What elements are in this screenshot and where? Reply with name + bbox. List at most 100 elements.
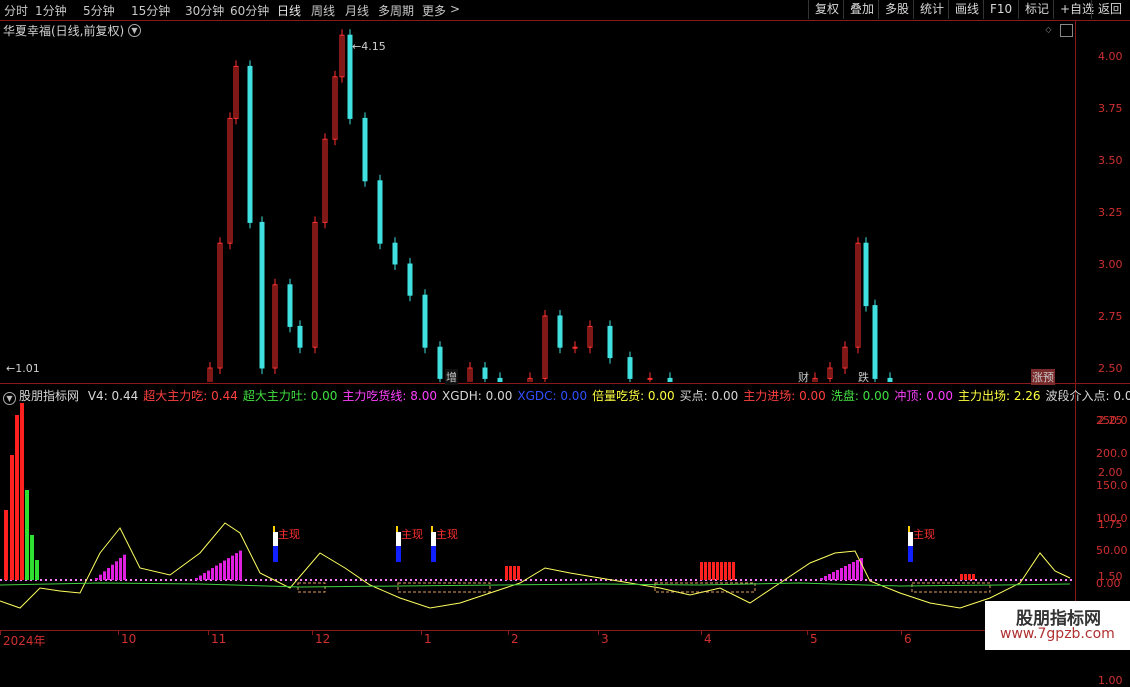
red-bar	[724, 562, 727, 580]
period-monthly[interactable]: 月线	[345, 2, 369, 19]
red-bar	[960, 574, 963, 580]
stats-button[interactable]: 统计	[913, 0, 950, 19]
price-tick-label: 2.50	[1098, 362, 1123, 375]
magenta-bar	[844, 566, 847, 580]
magenta-bar	[828, 574, 831, 580]
wash-zone	[297, 582, 326, 593]
indicator-name: 股朋指标网	[19, 389, 80, 403]
legend-field: V4: 0.44	[87, 389, 139, 403]
legend-field: XGDC: 0.00	[517, 389, 588, 403]
event-tag-die[interactable]: 跌	[857, 369, 870, 385]
month-label: 4	[704, 632, 712, 646]
red-bar	[964, 574, 967, 580]
magenta-bar	[832, 572, 835, 580]
magenta-bar	[820, 578, 823, 580]
month-tick	[807, 630, 808, 635]
period-weekly[interactable]: 周线	[311, 2, 335, 19]
price-tick-label: 3.25	[1098, 206, 1123, 219]
price-tick-label: 3.50	[1098, 154, 1123, 167]
magenta-bar	[219, 563, 222, 580]
magenta-bar	[856, 560, 859, 580]
volume-bar	[10, 455, 14, 580]
legend-field: 波段介入点: 0.00	[1045, 389, 1130, 403]
signal-label: 主现	[913, 528, 935, 541]
period-60min[interactable]: 60分钟	[230, 2, 269, 19]
magenta-bar	[239, 550, 242, 580]
legend-field: 倍量吃货: 0.00	[592, 389, 675, 403]
event-tag-zhangyu[interactable]: 涨预	[1031, 369, 1055, 385]
magenta-bar	[199, 575, 202, 580]
month-tick	[312, 630, 313, 635]
volume-bar	[30, 535, 34, 580]
period-daily[interactable]: 日线	[277, 2, 301, 19]
month-tick	[701, 630, 702, 635]
magenta-bar	[111, 564, 114, 580]
period-more[interactable]: 更多	[422, 2, 446, 19]
signal-label: 主现	[278, 528, 300, 541]
month-label: 10	[121, 632, 137, 646]
panel-divider	[0, 383, 1130, 384]
candlestick-chart: ←4.15 ←1.01	[6, 29, 1053, 382]
month-tick	[118, 630, 119, 635]
signal-label: 主现	[401, 528, 423, 541]
multi-stock-button[interactable]: 多股	[878, 0, 915, 19]
magenta-bar	[99, 574, 102, 580]
period-30min[interactable]: 30分钟	[185, 2, 224, 19]
month-tick	[421, 630, 422, 635]
period-1min[interactable]: 1分钟	[35, 2, 67, 19]
price-tick-label: 3.75	[1098, 102, 1123, 115]
indicator-tick-label: 250.0	[1096, 414, 1128, 427]
mark-button[interactable]: 标记	[1018, 0, 1055, 19]
price-tick-label: 4.00	[1098, 50, 1123, 63]
legend-field: XGDH: 0.00	[442, 389, 513, 403]
fuquan-button[interactable]: 复权	[808, 0, 845, 19]
magenta-bar	[227, 558, 230, 580]
chevron-right-icon[interactable]: >	[450, 2, 460, 16]
month-label: 11	[211, 632, 227, 646]
event-tag-cai[interactable]: 财	[797, 369, 810, 385]
month-label: 2	[511, 632, 519, 646]
event-tag-label: 增	[446, 371, 457, 384]
back-button[interactable]: 返回	[1091, 0, 1128, 19]
red-bar	[509, 566, 512, 580]
red-bar	[704, 562, 707, 580]
legend-field: 主力进场: 0.00	[743, 389, 826, 403]
legend-field: 主力出场: 2.26	[957, 389, 1041, 403]
period-fenshi[interactable]: 分时	[4, 2, 28, 19]
magenta-bar	[207, 570, 210, 580]
legend-field: 超大主力吃: 0.44	[143, 389, 238, 403]
period-multi[interactable]: 多周期	[378, 2, 414, 19]
magenta-bar	[203, 573, 206, 580]
red-bar	[700, 562, 703, 580]
red-bar	[708, 562, 711, 580]
red-bar	[517, 566, 520, 580]
volume-bar	[35, 560, 39, 580]
indicator-chart: 主现 主现 主现 主现	[0, 403, 1075, 609]
red-bar	[513, 566, 516, 580]
watermark-url: www.7gpzb.com	[1000, 626, 1115, 642]
magenta-bar	[223, 560, 226, 580]
period-15min[interactable]: 15分钟	[131, 2, 170, 19]
price-tick-label: 1.00	[1098, 674, 1123, 687]
magenta-bar	[211, 568, 214, 580]
wash-zone	[397, 582, 491, 593]
month-label: 1	[424, 632, 432, 646]
red-bar	[712, 562, 715, 580]
overlay-button[interactable]: 叠加	[843, 0, 880, 19]
event-tag-zeng[interactable]: 增	[445, 369, 458, 385]
indicator-legend: ▼ 股朋指标网 V4: 0.44 超大主力吃: 0.44 超大主力吐: 0.00 主力吃…	[3, 387, 1130, 405]
legend-field: 洗盘: 0.00	[830, 389, 890, 403]
price-axis-line	[1075, 20, 1076, 630]
indicator-tick-label: 200.0	[1096, 446, 1128, 460]
magenta-bar	[107, 568, 110, 580]
signal-bar-blue	[908, 546, 913, 562]
volume-bar	[20, 403, 24, 580]
red-bar	[968, 574, 971, 580]
legend-field: 买点: 0.00	[679, 389, 739, 403]
period-5min[interactable]: 5分钟	[83, 2, 115, 19]
indicator-tick-label: 50.00	[1096, 544, 1128, 557]
draw-line-button[interactable]: 画线	[948, 0, 985, 19]
red-bar	[732, 562, 735, 580]
f10-button[interactable]: F10	[983, 0, 1018, 19]
signal-bar-blue	[431, 546, 436, 562]
